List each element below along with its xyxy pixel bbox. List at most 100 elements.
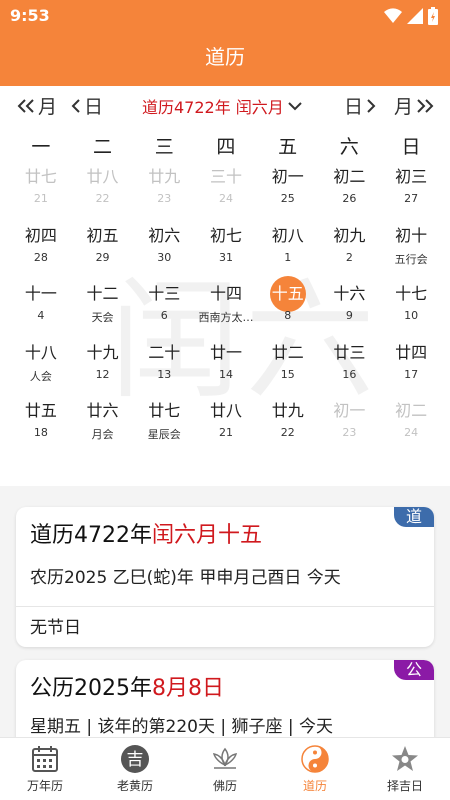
svg-text:吉: 吉: [127, 750, 144, 770]
day-cell[interactable]: 廿七 21: [10, 164, 72, 223]
day-sub-label: 6: [160, 309, 168, 322]
day-cell[interactable]: 初一 25: [257, 164, 319, 223]
tab-wannianli[interactable]: 万年历: [0, 738, 90, 800]
day-cell[interactable]: 十八 人会: [10, 340, 72, 399]
tab-zejiri[interactable]: 择吉日: [360, 738, 450, 800]
day-sub-label: 16: [342, 367, 357, 381]
weekday-label: 二: [93, 136, 113, 158]
day-sub-label: 8: [284, 309, 292, 322]
day-cell[interactable]: 初二 26: [319, 164, 381, 223]
day-cell-today[interactable]: 十五 8: [257, 276, 319, 340]
day-lunar-label: 初九: [333, 225, 366, 245]
day-lunar-label: 廿二: [271, 342, 304, 362]
days-grid: 廿七 21 廿八 22 廿九 23 三十 24 初一 25 初二 26 初三 27 初四 28 初五 29 初六 30…: [10, 164, 442, 457]
day-cell[interactable]: 十一 4: [10, 281, 72, 340]
day-lunar-label: 十九: [86, 342, 119, 362]
day-sub-label: 12: [95, 367, 110, 381]
weekday-header: 一 二 三 四 五 六 日: [10, 132, 442, 159]
wifi-icon: [384, 8, 402, 23]
next-month-button[interactable]: 月: [394, 92, 435, 119]
day-cell[interactable]: 廿二 15: [257, 340, 319, 399]
daoli-info-card[interactable]: 道 道历4722年闰六月十五 农历2025 乙巳(蛇)年 甲申月己酉日 今天 无…: [16, 507, 434, 647]
day-lunar-label: 廿八: [209, 401, 242, 420]
day-cell[interactable]: 十四 西南方太…: [195, 281, 257, 340]
day-cell[interactable]: 初七 31: [195, 223, 257, 282]
prev-day-button[interactable]: 日: [70, 92, 103, 119]
day-sub-label: 21: [218, 426, 233, 439]
next-month-label: 月: [394, 96, 414, 118]
tab-label: 佛历: [212, 779, 237, 793]
weekday-info-text: 星期五 | 该年的第220天 | 狮子座 | 今天: [30, 717, 334, 737]
gong-tag: 公: [394, 660, 434, 680]
day-cell[interactable]: 初一 23: [319, 398, 381, 457]
tab-foli[interactable]: 佛历: [180, 738, 270, 800]
prev-month-button[interactable]: 月: [16, 92, 57, 119]
day-cell[interactable]: 初四 28: [10, 223, 72, 282]
day-cell[interactable]: 廿一 14: [195, 340, 257, 399]
day-lunar-label: 初八: [271, 225, 304, 245]
day-lunar-label: 初二: [333, 167, 366, 186]
prev-month-label: 月: [38, 96, 58, 118]
day-cell[interactable]: 初八 1: [257, 223, 319, 282]
day-cell[interactable]: 初六 30: [133, 223, 195, 282]
page-title: 道历: [205, 45, 245, 69]
weekday-label: 日: [401, 136, 421, 158]
day-sub-label: 4: [37, 309, 45, 322]
day-cell[interactable]: 廿八 21: [195, 398, 257, 457]
day-lunar-label: 十二: [86, 284, 119, 303]
chevron-down-icon: [288, 102, 302, 111]
status-bar: 9:53: [0, 0, 450, 32]
day-cell[interactable]: 廿六 月会: [72, 398, 134, 457]
day-sub-label: 1: [284, 250, 292, 264]
day-cell[interactable]: 廿七 星辰会: [133, 398, 195, 457]
status-time: 9:53: [10, 6, 50, 25]
day-cell[interactable]: 十二 天会: [72, 281, 134, 340]
day-cell[interactable]: 初二 24: [380, 398, 442, 457]
day-lunar-label: 廿七: [148, 401, 181, 420]
day-sub-label: 13: [157, 367, 172, 381]
day-cell[interactable]: 初三 27: [380, 164, 442, 223]
day-cell[interactable]: 二十 13: [133, 340, 195, 399]
day-sub-label: 24: [218, 192, 233, 205]
day-cell[interactable]: 十七 10: [380, 281, 442, 340]
calendar-area: 闰六 月 日 道历4722年 闰六月 日 月 一 二 三 四 五 六 日 廿七 2: [0, 86, 450, 486]
day-sub-label: 18: [33, 426, 48, 439]
day-sub-label: 天会: [91, 311, 114, 324]
day-lunar-label: 二十: [148, 342, 181, 362]
day-cell[interactable]: 初十 五行会: [380, 223, 442, 282]
month-picker[interactable]: 道历4722年 闰六月: [142, 94, 302, 118]
tab-daoli[interactable]: 道历: [270, 738, 360, 800]
day-cell[interactable]: 廿四 17: [380, 340, 442, 399]
day-cell[interactable]: 廿三 16: [319, 340, 381, 399]
tab-label: 道历: [302, 779, 327, 793]
day-sub-label: 22: [280, 426, 295, 439]
tab-label: 老黄历: [116, 779, 153, 793]
day-cell[interactable]: 廿八 22: [72, 164, 134, 223]
daoli-month-day: 闰六月十五: [152, 523, 263, 548]
day-sub-label: 人会: [29, 369, 52, 383]
day-cell[interactable]: 十三 6: [133, 281, 195, 340]
day-sub-label: 15: [280, 367, 295, 381]
day-cell[interactable]: 十六 9: [319, 281, 381, 340]
day-cell[interactable]: 初五 29: [72, 223, 134, 282]
day-sub-label: 23: [342, 426, 357, 439]
day-cell[interactable]: 廿九 22: [257, 398, 319, 457]
day-lunar-label: 三十: [209, 167, 242, 186]
day-cell[interactable]: 三十 24: [195, 164, 257, 223]
lotus-icon: [212, 747, 238, 769]
prev-day-label: 日: [84, 96, 104, 118]
day-sub-label: 24: [404, 426, 419, 439]
day-cell[interactable]: 廿五 18: [10, 398, 72, 457]
next-day-button[interactable]: 日: [344, 92, 377, 119]
day-sub-label: 10: [404, 309, 419, 322]
day-lunar-label: 廿六: [86, 401, 119, 420]
day-sub-label: 22: [95, 192, 110, 205]
tab-laohuangli[interactable]: 吉 老黄历: [90, 738, 180, 800]
ji-circle-icon: 吉: [121, 745, 149, 773]
day-lunar-label: 廿三: [333, 342, 366, 362]
day-cell[interactable]: 初九 2: [319, 223, 381, 282]
day-cell[interactable]: 十九 12: [72, 340, 134, 399]
day-lunar-label: 十五: [271, 284, 304, 303]
day-cell[interactable]: 廿九 23: [133, 164, 195, 223]
day-sub-label: 2: [345, 250, 353, 264]
